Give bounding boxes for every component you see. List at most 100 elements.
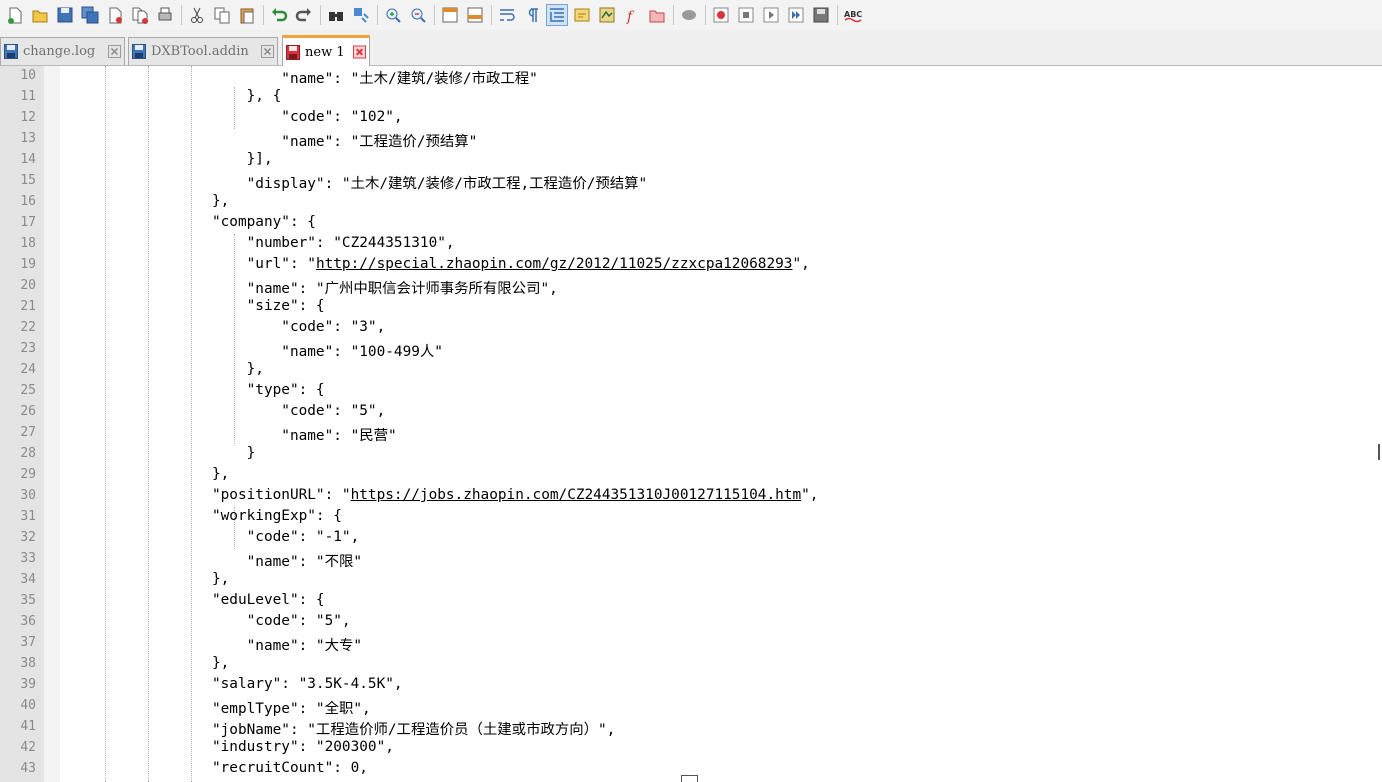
code-line[interactable]: 16 },	[0, 192, 1382, 213]
indent-guide-button[interactable]	[546, 4, 568, 26]
sync-vertical-button[interactable]	[439, 4, 461, 26]
code-line[interactable]: 11 }, {	[0, 87, 1382, 108]
line-number: 40	[20, 698, 36, 713]
code-line[interactable]: 34 },	[0, 570, 1382, 591]
code-line[interactable]: 21 "size": {	[0, 297, 1382, 318]
find-button[interactable]	[325, 4, 347, 26]
code-line[interactable]: 26 "code": "5",	[0, 402, 1382, 423]
open-file-button[interactable]	[29, 4, 51, 26]
tab-dxbtool-addin[interactable]: DXBTool.addin	[128, 37, 278, 65]
stop-recording-button[interactable]	[735, 4, 757, 26]
code-text: }, {	[108, 88, 282, 104]
print-button[interactable]	[154, 4, 176, 26]
zoom-out-button[interactable]	[407, 4, 429, 26]
line-number: 32	[20, 530, 36, 545]
spell-check-button[interactable]: ABC	[842, 4, 864, 26]
code-line[interactable]: 39 "salary": "3.5K-4.5K",	[0, 675, 1382, 696]
close-all-button[interactable]	[129, 4, 151, 26]
copy-button[interactable]	[211, 4, 233, 26]
save-all-button[interactable]	[79, 4, 101, 26]
url-link[interactable]: https://jobs.zhaopin.com/CZ244351310J001…	[351, 487, 802, 503]
line-number: 16	[20, 194, 36, 209]
code-text: "name": "广州中职信会计师事务所有限公司",	[108, 281, 558, 297]
code-line[interactable]: 13 "name": "工程造价/预结算"	[0, 129, 1382, 150]
replace-button[interactable]	[350, 4, 372, 26]
code-line[interactable]: 31 "workingExp": {	[0, 507, 1382, 528]
code-text: "code": "5",	[108, 613, 351, 629]
close-tab-icon[interactable]	[108, 45, 121, 58]
close-icon	[109, 7, 122, 24]
zoom-in-button[interactable]	[382, 4, 404, 26]
new-file-icon	[8, 7, 22, 24]
toolbar-separator	[673, 5, 674, 25]
word-wrap-button[interactable]	[496, 4, 518, 26]
playback-macro-button[interactable]	[760, 4, 782, 26]
code-text-segment: ",	[792, 256, 810, 272]
code-line[interactable]: 25 "type": {	[0, 381, 1382, 402]
code-line[interactable]: 12 "code": "102",	[0, 108, 1382, 129]
code-line[interactable]: 38 },	[0, 654, 1382, 675]
url-link[interactable]: http://special.zhaopin.com/gz/2012/11025…	[316, 256, 793, 272]
code-line[interactable]: 33 "name": "不限"	[0, 549, 1382, 570]
resize-handle[interactable]	[681, 775, 698, 782]
new-file-button[interactable]	[4, 4, 26, 26]
document-map-button[interactable]	[596, 4, 618, 26]
code-line[interactable]: 24 },	[0, 360, 1382, 381]
code-line[interactable]: 35 "eduLevel": {	[0, 591, 1382, 612]
code-line[interactable]: 32 "code": "-1",	[0, 528, 1382, 549]
code-line[interactable]: 30 "positionURL": "https://jobs.zhaopin.…	[0, 486, 1382, 507]
save-macro-button[interactable]	[810, 4, 832, 26]
tab-label: DXBTool.addin	[151, 44, 249, 59]
monitoring-button[interactable]	[678, 4, 700, 26]
line-number: 35	[20, 593, 36, 608]
code-line[interactable]: 37 "name": "大专"	[0, 633, 1382, 654]
close-button[interactable]	[104, 4, 126, 26]
code-text: "code": "3",	[108, 319, 386, 335]
code-line[interactable]: 10 "name": "土木/建筑/装修/市政工程"	[0, 66, 1382, 87]
replace-icon	[354, 8, 369, 23]
code-line[interactable]: 41 "jobName": "工程造价师/工程造价员（土建或市政方向）",	[0, 717, 1382, 738]
line-number: 24	[20, 362, 36, 377]
svg-text:f: f	[626, 9, 635, 24]
tab-change-log[interactable]: change.log	[0, 37, 125, 65]
indent-guide-icon	[550, 8, 564, 22]
function-list-button[interactable]: f	[621, 4, 643, 26]
tab-new-1[interactable]: new 1	[282, 35, 370, 66]
code-line[interactable]: 19 "url": "http://special.zhaopin.com/gz…	[0, 255, 1382, 276]
sync-horizontal-button[interactable]	[464, 4, 486, 26]
code-line[interactable]: 15 "display": "土木/建筑/装修/市政工程,工程造价/预结算"	[0, 171, 1382, 192]
code-line[interactable]: 23 "name": "100-499人"	[0, 339, 1382, 360]
code-line[interactable]: 22 "code": "3",	[0, 318, 1382, 339]
close-tab-icon[interactable]	[261, 45, 274, 58]
line-number: 38	[20, 656, 36, 671]
folder-as-workspace-button[interactable]	[646, 4, 668, 26]
code-line[interactable]: 28 }	[0, 444, 1382, 465]
code-line[interactable]: 20 "name": "广州中职信会计师事务所有限公司",	[0, 276, 1382, 297]
paste-button[interactable]	[236, 4, 258, 26]
playback-macro-icon	[763, 7, 779, 23]
cut-button[interactable]	[186, 4, 208, 26]
unsaved-file-icon	[286, 44, 300, 60]
code-line[interactable]: 14 }],	[0, 150, 1382, 171]
user-language-button[interactable]	[571, 4, 593, 26]
redo-button[interactable]	[293, 4, 315, 26]
run-macro-multiple-button[interactable]	[785, 4, 807, 26]
code-line[interactable]: 27 "name": "民营"	[0, 423, 1382, 444]
toolbar-separator	[837, 5, 838, 25]
code-text: "workingExp": {	[108, 508, 342, 524]
code-line[interactable]: 18 "number": "CZ244351310",	[0, 234, 1382, 255]
code-line[interactable]: 36 "code": "5",	[0, 612, 1382, 633]
code-line[interactable]: 29 },	[0, 465, 1382, 486]
save-button[interactable]	[54, 4, 76, 26]
text-editor[interactable]: 10 "name": "土木/建筑/装修/市政工程" 11 }, {12 "cod…	[0, 66, 1382, 782]
line-number: 23	[20, 341, 36, 356]
record-macro-button[interactable]	[710, 4, 732, 26]
close-tab-icon[interactable]	[353, 45, 366, 59]
undo-button[interactable]	[268, 4, 290, 26]
toolbar-separator	[181, 5, 182, 25]
code-line[interactable]: 40 "emplType": "全职",	[0, 696, 1382, 717]
code-line[interactable]: 17 "company": {	[0, 213, 1382, 234]
show-all-characters-button[interactable]	[521, 4, 543, 26]
code-line[interactable]: 42 "industry": "200300",	[0, 738, 1382, 759]
code-text: "number": "CZ244351310",	[108, 235, 455, 251]
